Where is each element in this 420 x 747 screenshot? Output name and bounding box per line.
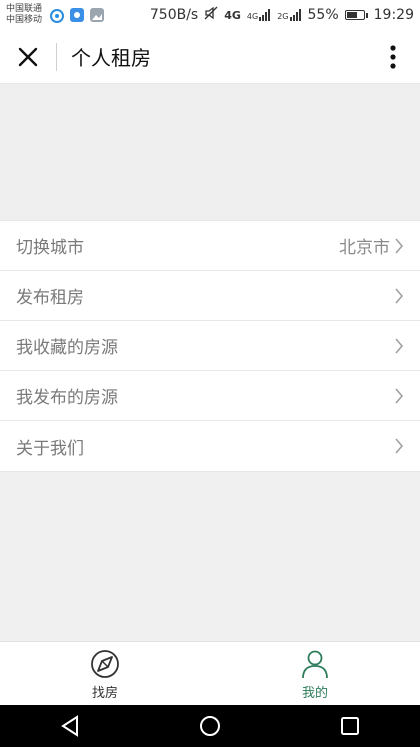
- menu-item-switch-city[interactable]: 切换城市 北京市: [0, 221, 420, 271]
- battery-percent: 55%: [307, 7, 339, 23]
- mute-icon: [204, 6, 218, 24]
- menu-item-my-favorites[interactable]: 我收藏的房源: [0, 321, 420, 371]
- close-icon: [18, 47, 38, 66]
- chevron-right-icon: [394, 337, 404, 355]
- chevron-right-icon: [394, 237, 404, 255]
- page-title: 个人租房: [71, 46, 151, 70]
- menu-item-label: 我发布的房源: [16, 388, 118, 408]
- status-right: 750B/s 4G 4G 2G 55% 19:29: [150, 6, 414, 24]
- net-speed: 750B/s: [149, 7, 199, 23]
- home-circle-icon: [200, 716, 220, 736]
- recents-square-icon: [341, 717, 359, 735]
- tab-label: 我的: [301, 685, 328, 701]
- carrier-2: 中国移动: [6, 15, 43, 25]
- chevron-right-icon: [394, 437, 404, 455]
- notification-icons: [50, 8, 105, 23]
- menu-item-label: 关于我们: [16, 438, 84, 459]
- menu-item-my-listings[interactable]: 我发布的房源: [0, 371, 420, 421]
- carrier-1: 中国联通: [6, 4, 43, 14]
- menu-item-label: 我收藏的房源: [16, 338, 118, 358]
- tab-label: 找房: [91, 685, 118, 701]
- clock: 19:29: [373, 7, 414, 23]
- recents-button[interactable]: [320, 705, 380, 747]
- more-vertical-icon: [390, 44, 396, 69]
- current-city: 北京市: [339, 238, 390, 258]
- chevron-right-icon: [394, 287, 404, 305]
- menu-item-publish-rental[interactable]: 发布租房: [0, 271, 420, 321]
- chevron-right-icon: [394, 387, 404, 405]
- battery-icon: [344, 10, 368, 20]
- menu-item-about-us[interactable]: 关于我们: [0, 421, 420, 471]
- user-icon: [302, 650, 328, 678]
- tab-bar: 找房 我的: [0, 641, 420, 706]
- image-notification-icon: [90, 8, 105, 22]
- tab-mine[interactable]: 我的: [210, 642, 420, 706]
- signal-icon-2: 2G: [277, 9, 301, 21]
- status-bar: 中国联通 中国移动 750B/s 4G 4G 2G 55% 19:29: [0, 0, 420, 30]
- home-button[interactable]: [180, 705, 240, 747]
- menu-list: 切换城市 北京市 发布租房 我收藏的房源 我发布的房源 关于我们: [0, 220, 420, 472]
- more-button[interactable]: [366, 30, 420, 84]
- network-4g-label-2: 4G: [246, 12, 259, 21]
- map-notification-icon: [70, 8, 85, 22]
- menu-item-label: 切换城市: [16, 238, 84, 258]
- system-nav-bar: [0, 705, 420, 747]
- app-notification-icon: [50, 8, 65, 23]
- signal-icon-1: 4G: [247, 9, 271, 21]
- close-button[interactable]: [0, 30, 56, 84]
- network-2g-label: 2G: [277, 12, 289, 21]
- title-bar: 个人租房: [0, 30, 420, 84]
- network-4g-label: 4G: [224, 8, 241, 22]
- banner-area: [0, 84, 420, 220]
- title-divider: [56, 42, 57, 71]
- compass-icon: [91, 649, 119, 678]
- tab-find-house[interactable]: 找房: [0, 642, 210, 706]
- back-triangle-icon: [61, 715, 78, 737]
- carriers: 中国联通 中国移动: [6, 4, 42, 26]
- menu-item-label: 发布租房: [16, 288, 84, 308]
- back-button[interactable]: [40, 705, 100, 747]
